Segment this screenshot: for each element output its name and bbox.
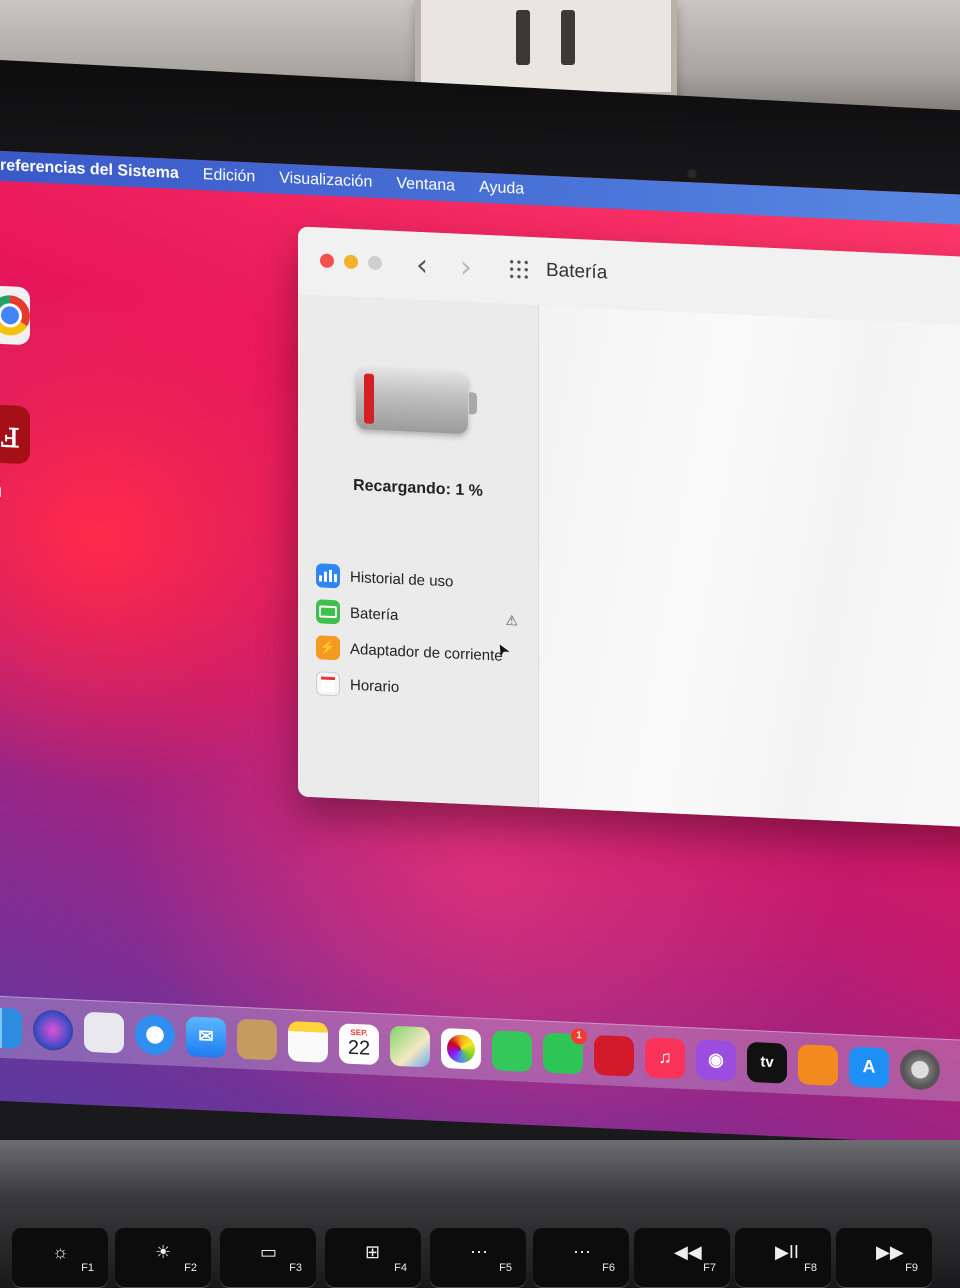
- facetime-badge: 1: [571, 1027, 587, 1045]
- podcasts-icon[interactable]: ◉: [696, 1039, 736, 1081]
- menu-ayuda[interactable]: Ayuda: [479, 179, 524, 199]
- launchpad-key-icon: ⊞: [365, 1242, 381, 1262]
- apple-tv-icon[interactable]: tv: [747, 1041, 787, 1084]
- keyboard-light-down-icon: ⋯: [470, 1242, 488, 1262]
- brightness-down-icon: ☼: [52, 1242, 69, 1262]
- notes-icon[interactable]: [288, 1020, 328, 1063]
- f5-key[interactable]: ⋯ F5: [430, 1228, 526, 1288]
- menu-edicion[interactable]: Edición: [203, 166, 255, 186]
- power-adapter-icon: ⚡: [316, 635, 340, 661]
- close-button[interactable]: [320, 253, 334, 269]
- safari-icon[interactable]: [135, 1013, 175, 1056]
- photo-booth-icon[interactable]: [594, 1034, 634, 1077]
- brightness-up-icon: ☀: [155, 1242, 172, 1262]
- chrome-core: [0, 302, 22, 328]
- calendar-day: 22: [347, 1036, 371, 1060]
- chrome-ring: [0, 294, 30, 337]
- bar-chart-icon: [316, 563, 340, 589]
- warning-icon: ⚠: [505, 611, 518, 628]
- key-label: F1: [81, 1262, 94, 1274]
- sidebar-list: Historial de uso Batería ⚠ ⚡ Adaptador d…: [316, 557, 526, 711]
- camera-icon: [686, 168, 698, 180]
- screen: referencias del Sistema Edición Visualiz…: [0, 150, 960, 1146]
- sidebar-item-label: Adaptador de corriente: [350, 640, 503, 665]
- calendar-app-icon[interactable]: SEP. 22: [339, 1022, 379, 1065]
- picture-mark: [516, 10, 530, 65]
- siri-icon[interactable]: [33, 1008, 73, 1051]
- key-label: F6: [602, 1262, 615, 1274]
- show-all-grid-icon[interactable]: [508, 257, 530, 281]
- key-label: F8: [804, 1262, 817, 1274]
- key-label: F3: [289, 1262, 302, 1274]
- play-pause-icon: ▶II: [775, 1242, 799, 1262]
- rewind-icon: ◀◀: [674, 1242, 702, 1262]
- battery-preferences-window: ‹ › Batería Recargando: 1 % Historial de…: [298, 226, 960, 830]
- f9-key[interactable]: ▶▶ F9: [836, 1228, 932, 1288]
- picture-mark: [561, 10, 575, 65]
- app-store-icon[interactable]: A: [849, 1045, 889, 1088]
- key-label: F4: [394, 1262, 407, 1274]
- f8-key[interactable]: ▶II F8: [735, 1228, 831, 1288]
- window-title: Batería: [546, 259, 608, 284]
- maps-icon[interactable]: [390, 1025, 430, 1067]
- zoom-button[interactable]: [368, 255, 382, 271]
- key-label: F2: [184, 1262, 197, 1274]
- f1-key[interactable]: ☼ F1: [12, 1228, 108, 1288]
- acrobat-desktop-icon[interactable]: ⅎ: [0, 404, 30, 465]
- sidebar-item-label: Batería: [350, 604, 399, 624]
- battery-status-icon: [356, 367, 477, 435]
- system-preferences-icon[interactable]: [900, 1048, 940, 1091]
- content-pane: [539, 305, 960, 830]
- facetime-icon[interactable]: 1: [543, 1027, 587, 1074]
- mail-icon[interactable]: ✉: [186, 1015, 226, 1058]
- sidebar-item-label: Horario: [350, 676, 400, 696]
- sidebar: Recargando: 1 % Historial de uso Batería…: [298, 294, 539, 808]
- menu-visualizacion[interactable]: Visualización: [279, 170, 372, 192]
- photos-icon[interactable]: [441, 1027, 481, 1070]
- finder-icon[interactable]: [0, 1006, 22, 1049]
- key-label: F7: [703, 1262, 716, 1274]
- f4-key[interactable]: ⊞ F4: [325, 1228, 421, 1288]
- battery-icon: [316, 599, 340, 625]
- desktop-icon-label: u: [0, 480, 3, 501]
- fast-forward-icon: ▶▶: [876, 1242, 904, 1262]
- mission-control-icon: ▭: [260, 1242, 278, 1262]
- f2-key[interactable]: ☀ F2: [115, 1228, 211, 1288]
- battery-status-text: Recargando: 1 %: [353, 476, 483, 500]
- messages-icon[interactable]: [492, 1029, 532, 1072]
- back-button[interactable]: ‹: [416, 248, 428, 284]
- apple-tv-label: tv: [760, 1053, 774, 1072]
- chrome-desktop-icon[interactable]: [0, 285, 30, 346]
- forward-button[interactable]: ›: [460, 250, 472, 286]
- contacts-icon[interactable]: [237, 1018, 277, 1060]
- launchpad-icon[interactable]: [84, 1011, 124, 1054]
- f6-key[interactable]: ⋯ F6: [533, 1228, 629, 1288]
- key-label: F5: [499, 1262, 512, 1274]
- calendar-icon: [316, 671, 340, 697]
- dock: ✉ SEP. 22 1 ♫ ◉ tv A: [0, 994, 960, 1102]
- minimize-button[interactable]: [344, 254, 358, 270]
- key-label: F9: [905, 1262, 918, 1274]
- books-icon[interactable]: [798, 1043, 838, 1086]
- f3-key[interactable]: ▭ F3: [220, 1228, 316, 1288]
- menu-app-name[interactable]: referencias del Sistema: [0, 157, 179, 183]
- battery-level-fill: [364, 373, 374, 424]
- sidebar-item-label: Historial de uso: [350, 568, 454, 590]
- music-icon[interactable]: ♫: [645, 1036, 685, 1079]
- battery-terminal: [469, 392, 477, 415]
- keyboard-light-up-icon: ⋯: [573, 1242, 591, 1262]
- menu-ventana[interactable]: Ventana: [396, 175, 455, 196]
- f7-key[interactable]: ◀◀ F7: [634, 1228, 730, 1288]
- keyboard: ☼ F1 ☀ F2 ▭ F3 ⊞ F4 ⋯ F5 ⋯ F6 ◀◀ F7 ▶II F8 ▶▶ F9: [0, 1140, 960, 1288]
